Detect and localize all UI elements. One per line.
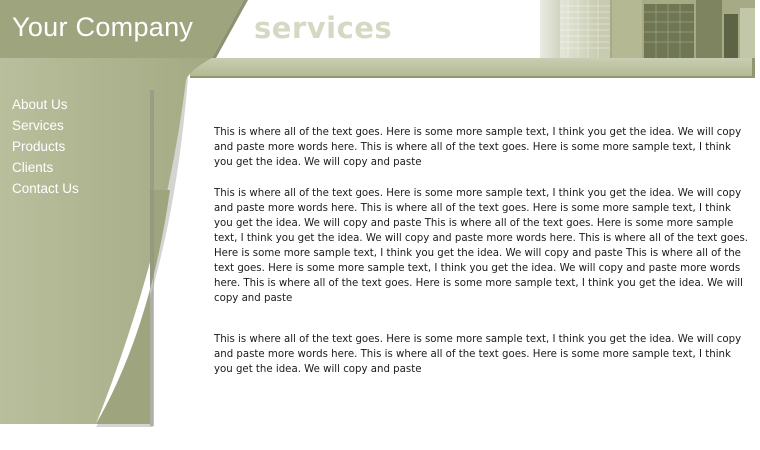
sidebar-nav: About Us Services Products Clients Conta… bbox=[12, 94, 79, 199]
nav-item-clients[interactable]: Clients bbox=[12, 157, 79, 178]
body-paragraph-1: This is where all of the text goes. Here… bbox=[214, 127, 742, 168]
header-building-image bbox=[520, 0, 755, 58]
nav-item-about-us[interactable]: About Us bbox=[12, 94, 79, 115]
nav-item-contact-us[interactable]: Contact Us bbox=[12, 178, 79, 199]
main-content: This is where all of the text goes. Here… bbox=[214, 125, 750, 393]
header-bar bbox=[190, 58, 755, 77]
nav-item-products[interactable]: Products bbox=[12, 136, 79, 157]
body-paragraph-2: This is where all of the text goes. Here… bbox=[214, 188, 749, 304]
nav-item-services[interactable]: Services bbox=[12, 115, 79, 136]
company-name: Your Company bbox=[12, 12, 194, 42]
body-paragraph-3: This is where all of the text goes. Here… bbox=[214, 334, 742, 375]
page-title: services bbox=[254, 11, 393, 45]
